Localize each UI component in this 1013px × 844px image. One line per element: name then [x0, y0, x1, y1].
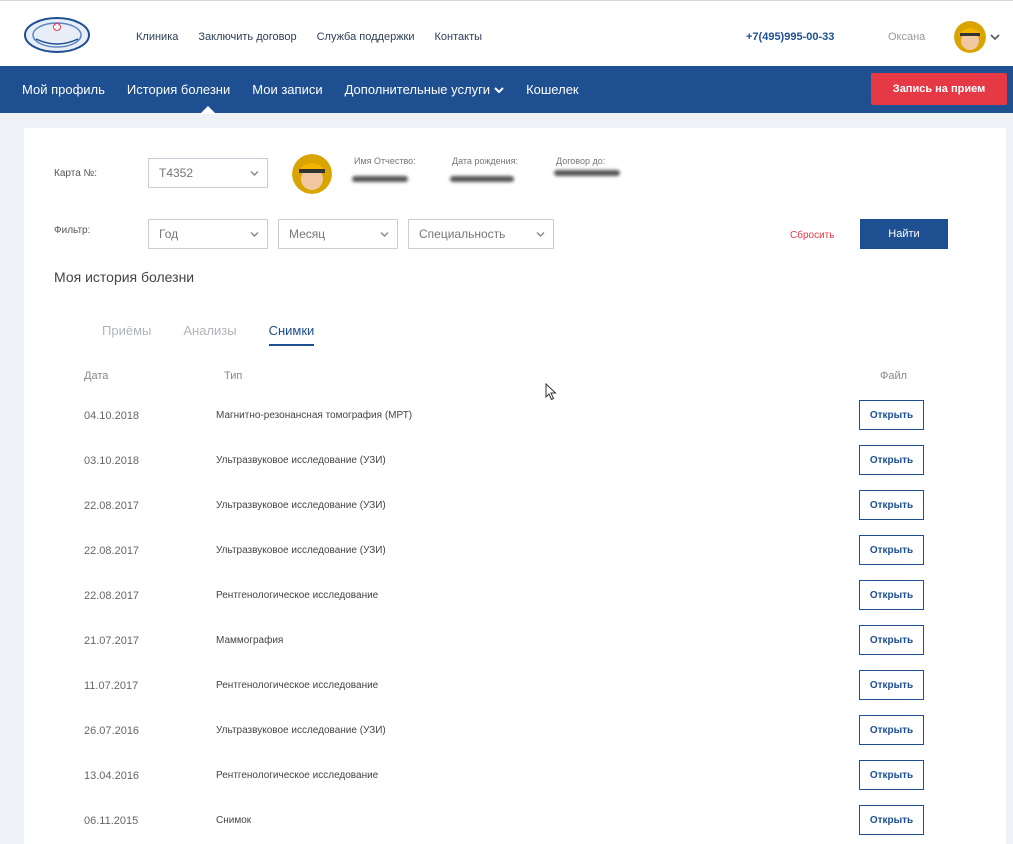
- user-name[interactable]: Оксана: [888, 31, 925, 43]
- nav-my-appointments[interactable]: Мои записи: [252, 82, 322, 97]
- nav-additional-services-label: Дополнительные услуги: [344, 82, 491, 97]
- open-file-button[interactable]: Открыть: [859, 400, 924, 430]
- table-row: 06.11.2015 Снимок Открыть: [24, 805, 1006, 844]
- row-type: Маммография: [216, 635, 284, 646]
- nav-medical-history[interactable]: История болезни: [127, 82, 230, 97]
- patient-avatar: [292, 154, 332, 194]
- card-number-label: Карта №:: [54, 168, 98, 179]
- tab-visits[interactable]: Приёмы: [102, 323, 151, 346]
- tab-tests[interactable]: Анализы: [183, 323, 236, 346]
- open-file-button[interactable]: Открыть: [859, 625, 924, 655]
- nav-contract[interactable]: Заключить договор: [198, 31, 296, 43]
- row-date: 22.08.2017: [84, 590, 140, 602]
- month-select[interactable]: Месяц: [278, 219, 398, 249]
- row-date: 21.07.2017: [84, 635, 140, 647]
- table-row: 13.04.2016 Рентгенологическое исследовани…: [24, 760, 1006, 805]
- table-row: 11.07.2017 Рентгенологическое исследовани…: [24, 670, 1006, 715]
- open-file-button[interactable]: Открыть: [859, 805, 924, 835]
- specialty-select-value: Специальность: [419, 227, 506, 241]
- find-button[interactable]: Найти: [860, 219, 948, 249]
- row-date: 13.04.2016: [84, 770, 140, 782]
- top-header: Клиника Заключить договор Служба поддерж…: [0, 0, 1013, 66]
- row-type: Снимок: [216, 815, 252, 826]
- row-date: 22.08.2017: [84, 545, 140, 557]
- row-type: Магнитно-резонансная томография (МРТ): [216, 410, 413, 421]
- book-appointment-button[interactable]: Запись на прием: [871, 73, 1007, 105]
- row-type: Ультразвуковое исследование (УЗИ): [216, 545, 386, 556]
- reset-filter-link[interactable]: Сбросить: [790, 230, 834, 241]
- section-title: Моя история болезни: [54, 269, 195, 285]
- table-row: 22.08.2017 Ультразвуковое исследование (У…: [24, 535, 1006, 580]
- table-row: 04.10.2018 Магнитно-резонансная томографи…: [24, 400, 1006, 445]
- contract-label: Договор до:: [556, 156, 606, 166]
- table-row: 21.07.2017 Маммография Открыть: [24, 625, 1006, 670]
- year-select-value: Год: [159, 227, 179, 241]
- birth-date-value-redacted: [450, 176, 514, 182]
- chevron-down-icon: [536, 232, 545, 237]
- avatar-photo-icon: [292, 154, 332, 194]
- open-file-button[interactable]: Открыть: [859, 535, 924, 565]
- tab-images[interactable]: Снимки: [268, 323, 315, 346]
- top-navigation: Клиника Заключить договор Служба поддерж…: [136, 31, 482, 43]
- row-type: Рентгенологическое исследование: [216, 590, 379, 601]
- table-row: 22.08.2017 Рентгенологическое исследовани…: [24, 580, 1006, 625]
- nav-wallet[interactable]: Кошелек: [526, 82, 579, 97]
- nav-additional-services[interactable]: Дополнительные услуги: [345, 82, 504, 97]
- column-header-file: Файл: [880, 370, 908, 382]
- card-number-value: T4352: [159, 166, 194, 180]
- medical-history-card: Карта №: T4352 Имя Отчество: Дата рожден…: [24, 128, 1006, 844]
- clinic-logo-icon[interactable]: [22, 15, 92, 55]
- history-tabs: Приёмы Анализы Снимки: [102, 323, 346, 346]
- nav-clinic[interactable]: Клиника: [136, 31, 178, 43]
- contract-value-redacted: [554, 170, 620, 176]
- open-file-button[interactable]: Открыть: [859, 490, 924, 520]
- row-date: 03.10.2018: [84, 455, 140, 467]
- row-date: 06.11.2015: [84, 815, 139, 827]
- chevron-down-icon: [250, 171, 259, 176]
- row-type: Ультразвуковое исследование (УЗИ): [216, 455, 386, 466]
- row-type: Рентгенологическое исследование: [216, 770, 379, 781]
- user-avatar[interactable]: [954, 21, 986, 53]
- open-file-button[interactable]: Открыть: [859, 445, 924, 475]
- main-navigation: Мой профиль История болезни Мои записи Д…: [0, 66, 1013, 114]
- table-row: 03.10.2018 Ультразвуковое исследование (У…: [24, 445, 1006, 490]
- chevron-down-icon: [250, 232, 259, 237]
- table-row: 22.08.2017 Ультразвуковое исследование (У…: [24, 490, 1006, 535]
- column-header-type: Тип: [224, 370, 243, 382]
- open-file-button[interactable]: Открыть: [859, 580, 924, 610]
- row-date: 04.10.2018: [84, 410, 140, 422]
- birth-date-label: Дата рождения:: [452, 156, 518, 166]
- active-nav-indicator: [200, 106, 216, 114]
- row-date: 11.07.2017: [84, 680, 139, 692]
- card-number-select[interactable]: T4352: [148, 158, 268, 188]
- phone-number[interactable]: +7(495)995-00-33: [746, 31, 834, 43]
- chevron-down-icon[interactable]: [990, 33, 1000, 41]
- month-select-value: Месяц: [289, 227, 326, 241]
- mouse-cursor-icon: [545, 383, 557, 401]
- nav-support[interactable]: Служба поддержки: [317, 31, 415, 43]
- row-type: Ультразвуковое исследование (УЗИ): [216, 500, 386, 511]
- specialty-select[interactable]: Специальность: [408, 219, 554, 249]
- table-row: 26.07.2016 Ультразвуковое исследование (У…: [24, 715, 1006, 760]
- open-file-button[interactable]: Открыть: [859, 670, 924, 700]
- open-file-button[interactable]: Открыть: [859, 760, 924, 790]
- column-header-date: Дата: [84, 370, 109, 382]
- open-file-button[interactable]: Открыть: [859, 715, 924, 745]
- row-date: 26.07.2016: [84, 725, 140, 737]
- nav-my-profile[interactable]: Мой профиль: [22, 82, 105, 97]
- chevron-down-icon: [494, 86, 504, 93]
- name-label: Имя Отчество:: [354, 156, 416, 166]
- avatar-photo-icon: [954, 21, 986, 53]
- filter-label: Фильтр:: [54, 225, 91, 236]
- row-type: Ультразвуковое исследование (УЗИ): [216, 725, 386, 736]
- chevron-down-icon: [380, 232, 389, 237]
- year-select[interactable]: Год: [148, 219, 268, 249]
- name-value-redacted: [352, 176, 408, 182]
- row-date: 22.08.2017: [84, 500, 140, 512]
- nav-contacts[interactable]: Контакты: [435, 31, 483, 43]
- row-type: Рентгенологическое исследование: [216, 680, 379, 691]
